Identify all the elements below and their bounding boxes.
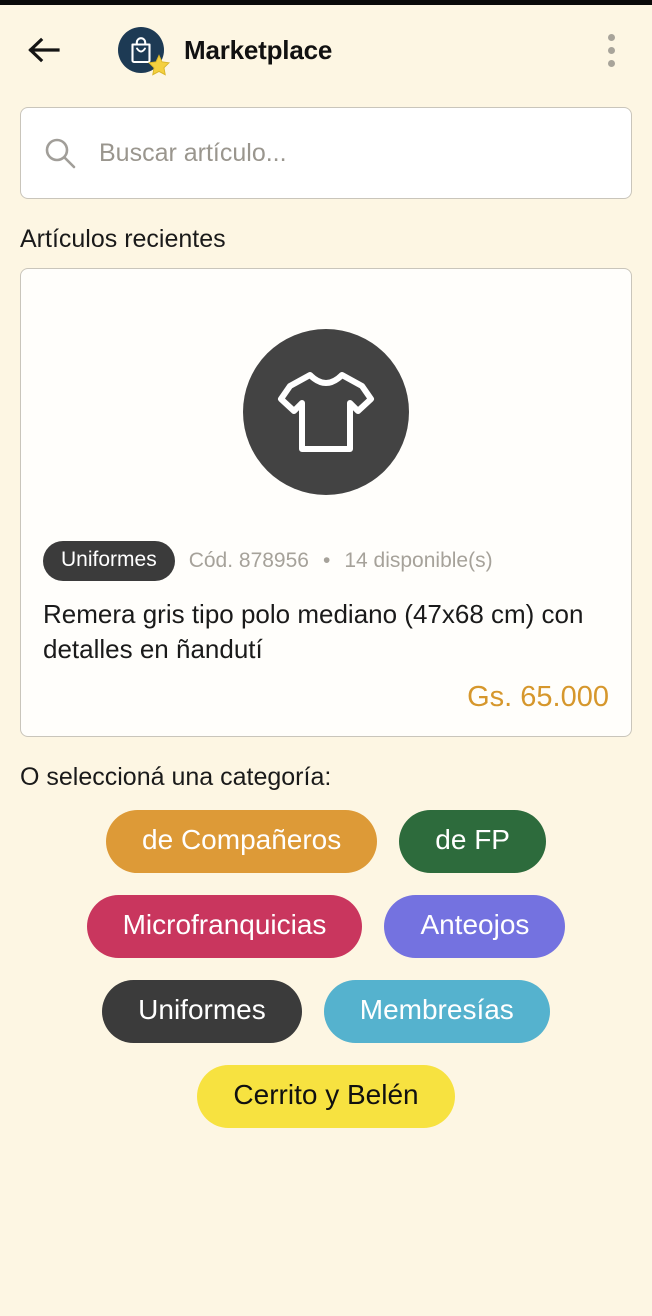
- category-pill[interactable]: Membresías: [323, 980, 550, 1044]
- product-category-badge: Uniformes: [43, 541, 175, 581]
- category-pill-row: Microfranquicias Anteojos: [14, 895, 638, 959]
- product-availability: 14 disponible(s): [344, 549, 493, 572]
- product-price: Gs. 65.000: [467, 681, 609, 714]
- tshirt-icon: [278, 372, 374, 452]
- category-pill[interactable]: de Compañeros: [106, 810, 378, 874]
- category-pill[interactable]: de FP: [399, 810, 546, 874]
- product-code: Cód. 878956: [188, 549, 309, 572]
- meta-separator: •: [322, 549, 331, 572]
- back-arrow-icon: [28, 37, 60, 63]
- app-logo: [118, 27, 170, 76]
- category-pill-row: Uniformes Membresías: [14, 980, 638, 1044]
- category-pill-row: Cerrito y Belén: [14, 1065, 638, 1129]
- search-input[interactable]: [99, 138, 609, 168]
- categories-heading: O seleccioná una categoría:: [20, 763, 332, 792]
- product-title: Remera gris tipo polo mediano (47x68 cm)…: [43, 599, 584, 665]
- menu-dot: [607, 59, 615, 67]
- product-card[interactable]: Uniformes Cód. 878956 • 14 disponible(s)…: [20, 268, 632, 738]
- product-icon-circle: [243, 329, 409, 495]
- more-vertical-icon[interactable]: [594, 28, 628, 72]
- category-pill[interactable]: Anteojos: [384, 895, 566, 959]
- search-icon: [45, 138, 76, 169]
- product-image: [43, 297, 609, 541]
- menu-dot: [607, 46, 615, 54]
- app-bar: Marketplace: [0, 5, 652, 95]
- recent-items-heading: Artículos recientes: [20, 225, 226, 253]
- category-pill-row: de Compañeros de FP: [14, 810, 638, 874]
- page-title: Marketplace: [184, 34, 333, 65]
- star-badge-icon: [148, 54, 170, 76]
- menu-dot: [607, 33, 615, 41]
- category-pill-grid: de Compañeros de FP Microfranquicias Anteoj…: [14, 810, 638, 1129]
- category-pill[interactable]: Microfranquicias: [86, 895, 363, 959]
- category-pill[interactable]: Uniformes: [102, 980, 302, 1044]
- back-button[interactable]: [22, 28, 66, 72]
- category-pill[interactable]: Cerrito y Belén: [197, 1065, 455, 1129]
- product-meta-row: Uniformes Cód. 878956 • 14 disponible(s): [43, 541, 609, 581]
- search-box[interactable]: [20, 107, 632, 199]
